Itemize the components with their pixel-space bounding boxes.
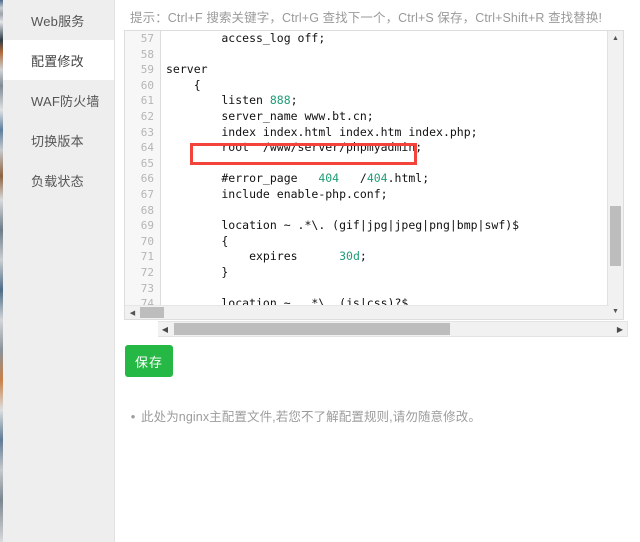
code-line[interactable] — [162, 156, 609, 172]
scroll-down-icon[interactable]: ▼ — [608, 304, 623, 319]
code-line[interactable]: #error_page 404 /404.html; — [162, 171, 609, 187]
vertical-scroll-thumb[interactable] — [610, 206, 621, 266]
code-line[interactable]: server — [162, 62, 609, 78]
panel-horizontal-scrollbar[interactable]: ◀ ▶ — [158, 321, 628, 337]
horizontal-scroll-thumb[interactable] — [140, 307, 164, 318]
code-line[interactable]: { — [162, 78, 609, 94]
line-number: 73 — [140, 281, 154, 295]
code-line[interactable] — [162, 203, 609, 219]
scroll-up-icon[interactable]: ▲ — [608, 31, 623, 46]
panel-horizontal-scroll-thumb[interactable] — [174, 323, 450, 335]
sidebar-item-label: Web服务 — [31, 13, 85, 29]
sidebar-item-waf-firewall[interactable]: WAF防火墙 — [3, 80, 114, 120]
sidebar-item-label: 配置修改 — [31, 53, 84, 69]
sidebar-item-config-edit[interactable]: 配置修改 — [3, 40, 114, 80]
code-line[interactable]: expires 30d; — [162, 249, 609, 265]
line-number: 70 — [140, 234, 154, 248]
code-number-token: 888 — [269, 93, 291, 108]
line-number: 64 — [140, 141, 154, 155]
code-number-token: 404 — [366, 171, 388, 186]
code-line[interactable]: server_name www.bt.cn; — [162, 109, 609, 125]
code-line[interactable]: } — [162, 265, 609, 281]
scroll-left-icon[interactable]: ◀ — [126, 306, 139, 319]
page-root: Web服务 配置修改 WAF防火墙 切换版本 负载状态 提示：Ctrl+F 搜索… — [0, 0, 640, 542]
line-number: 59 — [140, 63, 154, 77]
line-number-gutter: 57 58 59 60 61 62 63 64 65 66 67 68 69 70 71 72 73 74 — [125, 31, 161, 319]
sidebar: Web服务 配置修改 WAF防火墙 切换版本 负载状态 — [3, 0, 115, 542]
line-number: 67 — [140, 187, 154, 201]
background-page-sliver — [0, 0, 3, 542]
code-line[interactable]: include enable-php.conf; — [162, 187, 609, 203]
shortcut-hint-text: 提示：Ctrl+F 搜索关键字，Ctrl+G 查找下一个，Ctrl+S 保存，C… — [130, 11, 603, 25]
line-number: 71 — [140, 250, 154, 264]
panel-scroll-right-icon[interactable]: ▶ — [613, 322, 627, 336]
code-line[interactable]: root /www/server/phpmyadmin; — [162, 140, 609, 156]
code-line[interactable]: index index.html index.htm index.php; — [162, 125, 609, 141]
code-line[interactable]: access_log off; — [162, 31, 609, 47]
line-number: 62 — [140, 109, 154, 123]
sidebar-item-load-status[interactable]: 负载状态 — [3, 160, 114, 200]
note-bullet-icon: • — [130, 409, 136, 424]
line-number: 58 — [140, 47, 154, 61]
code-line[interactable]: location ~ .*\. (gif|jpg|jpeg|png|bmp|sw… — [162, 218, 609, 234]
code-number-token: 30d — [339, 249, 360, 264]
line-number: 72 — [140, 265, 154, 279]
code-line[interactable]: { — [162, 234, 609, 250]
config-editor[interactable]: 57 58 59 60 61 62 63 64 65 66 67 68 69 70 71 72 73 74 acc… — [124, 30, 624, 320]
sidebar-item-switch-version[interactable]: 切换版本 — [3, 120, 114, 160]
line-number: 57 — [140, 32, 154, 45]
editor-horizontal-scrollbar[interactable]: ◀ — [125, 305, 609, 319]
line-number: 66 — [140, 172, 154, 186]
code-number-token: 404 — [318, 171, 340, 186]
code-line[interactable] — [162, 47, 609, 63]
code-line[interactable] — [162, 281, 609, 297]
line-number: 68 — [140, 203, 154, 217]
line-number: 69 — [140, 219, 154, 233]
line-number: 63 — [140, 125, 154, 139]
note-text: 此处为nginx主配置文件,若您不了解配置规则,请勿随意修改。 — [141, 410, 481, 424]
line-number: 61 — [140, 94, 154, 108]
main-panel: 提示：Ctrl+F 搜索关键字，Ctrl+G 查找下一个，Ctrl+S 保存，C… — [116, 0, 640, 542]
sidebar-item-label: 切换版本 — [31, 133, 84, 149]
line-number: 65 — [140, 156, 154, 170]
line-number: 60 — [140, 78, 154, 92]
sidebar-item-label: 负载状态 — [31, 173, 84, 189]
editor-vertical-scrollbar[interactable]: ▲ ▼ — [607, 31, 623, 319]
sidebar-item-web-service[interactable]: Web服务 — [3, 0, 114, 40]
panel-scroll-left-icon[interactable]: ◀ — [158, 322, 172, 336]
config-warning-note: • 此处为nginx主配置文件,若您不了解配置规则,请勿随意修改。 — [125, 409, 605, 425]
code-line[interactable]: listen 888; — [162, 93, 609, 109]
save-button[interactable]: 保存 — [125, 345, 173, 377]
sidebar-item-label: WAF防火墙 — [31, 93, 100, 109]
code-content-area[interactable]: access_log off; server { listen 888; ser… — [162, 31, 609, 319]
